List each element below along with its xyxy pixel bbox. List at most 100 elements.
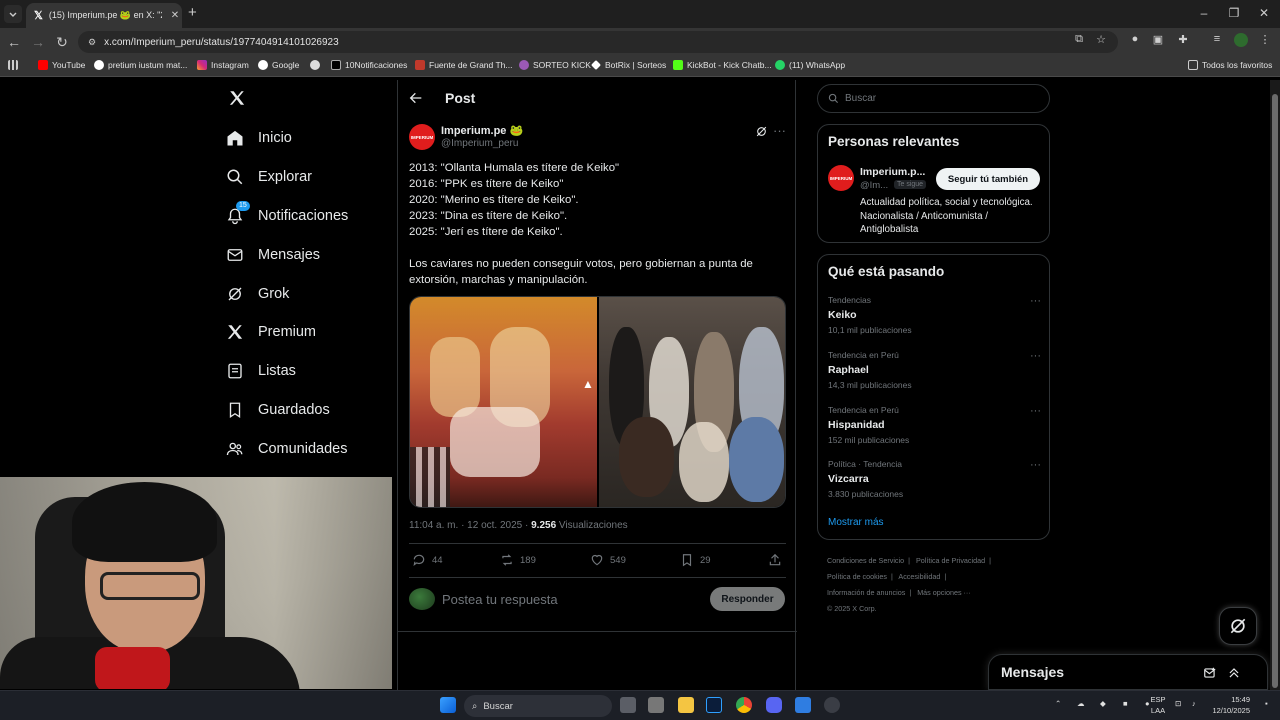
nav-grok[interactable]: Grok — [226, 279, 289, 309]
site-info-icon[interactable]: ⚙ — [88, 37, 96, 48]
footer-link[interactable]: Política de cookies — [827, 572, 887, 581]
browser-menu-icon[interactable]: ⋮ — [1258, 33, 1272, 47]
reply-button[interactable]: 44 — [412, 553, 443, 567]
bookmark-button[interactable]: 29 — [680, 553, 711, 567]
footer-link[interactable]: Más opciones ··· — [917, 588, 971, 597]
follow-back-button[interactable]: Seguir tú también — [936, 168, 1040, 190]
post-photo-1[interactable]: ▲ — [410, 297, 597, 507]
nav-guardados[interactable]: Guardados — [226, 395, 330, 425]
forward-icon[interactable]: → — [30, 34, 46, 50]
new-message-icon[interactable] — [1203, 666, 1217, 680]
apps-grid-icon[interactable] — [8, 60, 18, 70]
relevant-name[interactable]: Imperium.p... — [860, 166, 925, 178]
app-icon[interactable] — [795, 697, 811, 713]
app-icon[interactable] — [648, 697, 664, 713]
bookmark-whatsapp[interactable]: (11) WhatsApp — [775, 60, 845, 70]
x-logo-icon[interactable] — [227, 88, 247, 108]
notifications-icon[interactable]: ▪ — [1265, 699, 1268, 708]
trend-item[interactable]: Tendencia en Perú Raphael 14,3 mil publi… — [828, 350, 1041, 390]
bookmark-instagram[interactable]: Instagram — [197, 60, 249, 70]
page-scrollbar[interactable] — [1270, 80, 1280, 690]
post-media[interactable]: ▲ — [409, 296, 786, 508]
relevant-handle[interactable]: @Im... — [860, 180, 888, 191]
lang-layout[interactable]: LAA — [1143, 706, 1173, 715]
bookmark-botrix[interactable]: BotRix | Sorteos — [591, 60, 666, 70]
back-arrow-icon[interactable] — [408, 90, 424, 106]
user-avatar[interactable] — [409, 588, 435, 610]
tray-overflow-icon[interactable]: ⌃ — [1055, 699, 1061, 708]
more-options-icon[interactable]: ··· — [1030, 350, 1041, 362]
trend-item[interactable]: Política · Tendencia Vizcarra 3.830 publ… — [828, 459, 1041, 499]
profile-avatar[interactable] — [1234, 33, 1248, 47]
more-options-icon[interactable]: ··· — [1030, 405, 1041, 417]
footer-link[interactable]: Política de Privacidad — [916, 556, 985, 565]
onedrive-icon[interactable]: ☁ — [1077, 699, 1085, 708]
share-button[interactable] — [768, 553, 782, 567]
bookmark-fuente-gta[interactable]: Fuente de Grand Th... — [415, 60, 512, 70]
bookmark-10notificaciones[interactable]: 10Notificaciones — [331, 60, 407, 70]
bookmark-kickbot[interactable]: KickBot - Kick Chatb... — [673, 60, 772, 70]
post-timestamp[interactable]: 11:04 a. m. · 12 oct. 2025 · — [409, 520, 528, 531]
expand-up-icon[interactable] — [1227, 666, 1241, 680]
more-options-icon[interactable]: ··· — [1030, 459, 1041, 471]
reading-list-icon[interactable]: ≡ — [1210, 33, 1224, 47]
file-explorer-icon[interactable] — [678, 697, 694, 713]
relevant-avatar[interactable]: IMPERIUM — [828, 165, 854, 191]
footer-link[interactable]: Accesibilidad — [898, 572, 940, 581]
network-icon[interactable]: ⊡ — [1175, 699, 1181, 708]
footer-link[interactable]: Condiciones de Servicio — [827, 556, 904, 565]
grok-floating-button[interactable] — [1219, 607, 1257, 645]
taskbar-search[interactable]: ⌕ Buscar — [464, 695, 612, 717]
tray-app-icon[interactable]: ■ — [1123, 699, 1128, 708]
nav-mensajes[interactable]: Mensajes — [226, 240, 320, 270]
minimize-icon[interactable]: – — [1196, 6, 1212, 20]
photoshop-icon[interactable] — [706, 697, 722, 713]
nav-inicio[interactable]: Inicio — [226, 123, 292, 153]
post-photo-2[interactable] — [599, 297, 785, 507]
back-icon[interactable]: ← — [6, 34, 22, 50]
tab-search-icon[interactable] — [4, 5, 22, 23]
extensions-puzzle-icon[interactable]: ✚ — [1176, 33, 1190, 47]
all-bookmarks-folder[interactable]: Todos los favoritos — [1188, 60, 1272, 70]
bookmark-sorteo-kick[interactable]: SORTEO KICK — [519, 60, 591, 70]
author-handle[interactable]: @Imperium_peru — [441, 138, 518, 149]
extension-icon[interactable]: ● — [1128, 33, 1142, 47]
repost-button[interactable]: 189 — [500, 553, 536, 567]
like-button[interactable]: 549 — [590, 553, 626, 567]
scroll-thumb[interactable] — [1272, 94, 1278, 688]
bookmark-globe[interactable] — [310, 60, 320, 70]
nav-explorar[interactable]: Explorar — [226, 162, 312, 192]
messages-drawer[interactable]: Mensajes — [988, 654, 1268, 690]
trend-item[interactable]: Tendencia en Perú Hispanidad 152 mil pub… — [828, 405, 1041, 445]
new-tab-icon[interactable]: + — [188, 5, 197, 21]
trend-item[interactable]: Tendencias Keiko 10,1 mil publicaciones … — [828, 295, 1041, 335]
discord-icon[interactable] — [766, 697, 782, 713]
author-avatar[interactable]: IMPERIUM — [409, 124, 435, 150]
windows-start-icon[interactable] — [440, 697, 456, 713]
browser-tab[interactable]: 𝕏 (15) Imperium.pe 🐸 en X: "2013 ✕ — [26, 3, 182, 28]
bookmark-star-icon[interactable]: ☆ — [1094, 33, 1108, 47]
more-options-icon[interactable]: ··· — [773, 123, 786, 138]
reply-input[interactable]: Postea tu respuesta — [442, 592, 558, 607]
grok-icon[interactable] — [755, 125, 768, 138]
author-name[interactable]: Imperium.pe 🐸 — [441, 124, 523, 137]
footer-link[interactable]: Información de anuncios — [827, 588, 905, 597]
extension-icon[interactable]: ▣ — [1151, 33, 1165, 47]
close-tab-icon[interactable]: ✕ — [168, 10, 182, 21]
nav-listas[interactable]: Listas — [226, 356, 296, 386]
nav-notificaciones[interactable]: 15 Notificaciones — [226, 201, 348, 231]
chrome-icon[interactable] — [736, 697, 752, 713]
volume-icon[interactable]: ♪ — [1192, 699, 1196, 708]
reload-icon[interactable]: ↻ — [54, 34, 70, 51]
nav-comunidades[interactable]: Comunidades — [226, 434, 347, 464]
lang-code[interactable]: ESP — [1143, 695, 1173, 704]
close-window-icon[interactable]: ✕ — [1256, 6, 1272, 20]
task-view-icon[interactable] — [620, 697, 636, 713]
app-icon[interactable] — [824, 697, 840, 713]
clock-time[interactable]: 15:49 — [1220, 695, 1250, 704]
nav-premium[interactable]: Premium — [226, 317, 316, 347]
more-options-icon[interactable]: ··· — [1030, 295, 1041, 307]
clock-date[interactable]: 12/10/2025 — [1205, 706, 1250, 715]
search-input[interactable]: Buscar — [817, 84, 1050, 113]
install-app-icon[interactable]: ⧉ — [1072, 33, 1086, 47]
